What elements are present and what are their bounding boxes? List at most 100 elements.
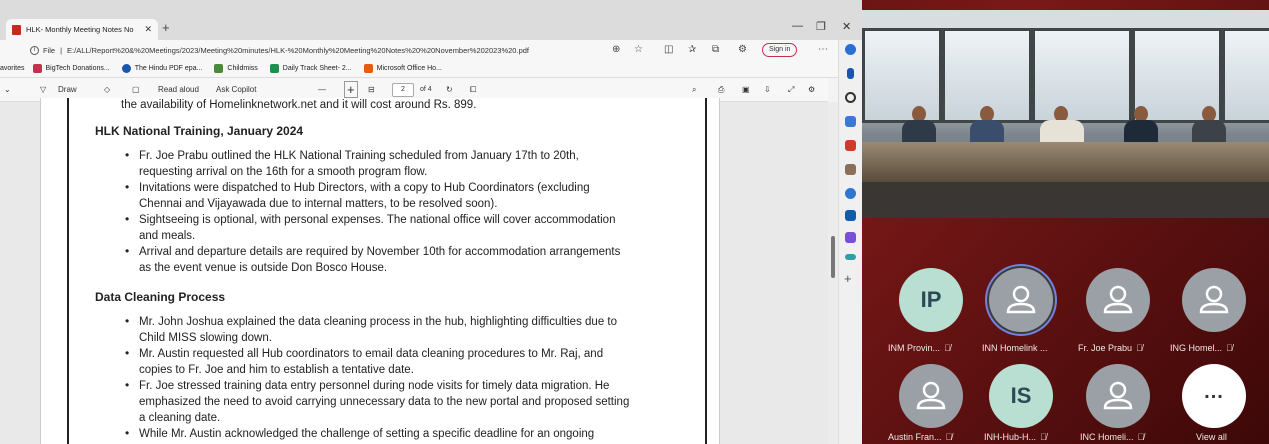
zoom-out-icon[interactable]: — — [318, 85, 326, 94]
bookmark-icon — [269, 64, 279, 73]
copilot-icon[interactable] — [845, 44, 856, 55]
scrollbar[interactable] — [828, 102, 838, 444]
rotate-icon[interactable]: ↻ — [446, 85, 453, 94]
extensions-icon[interactable]: ⚙ — [738, 44, 747, 55]
fit-page-icon[interactable]: ⊟ — [368, 85, 375, 94]
name-text: Fr. Joe Prabu — [1078, 343, 1133, 353]
view-all-button[interactable]: ... — [1182, 364, 1246, 428]
participant-name: INC Homeli... 🎙̸ — [1080, 432, 1144, 442]
participant-avatar[interactable] — [1086, 268, 1150, 332]
doc-line: a cleaning date. — [139, 412, 221, 424]
url-field[interactable]: i File | E:/ALL/Report%20&%20Meetings/20… — [30, 42, 650, 58]
edge-sidebar: + — [838, 40, 862, 444]
signin-button[interactable]: Sign in — [762, 43, 798, 57]
info-icon[interactable]: i — [30, 45, 39, 55]
view-icon[interactable]: ▢ — [132, 85, 140, 94]
doc-line: Invitations were dispatched to Hub Direc… — [139, 182, 590, 194]
bell-icon[interactable] — [847, 68, 854, 79]
read-aloud-button[interactable]: Read aloud — [158, 85, 199, 94]
participant-avatar[interactable]: IP — [899, 268, 963, 332]
mic-off-icon: 🎙̸ — [1040, 432, 1047, 442]
name-text: Austin Fran... — [888, 432, 942, 442]
search-icon[interactable]: ⌕ — [692, 85, 696, 95]
favorites-icon[interactable]: ✰ — [688, 44, 696, 55]
search-icon[interactable] — [845, 92, 856, 103]
fav-item[interactable]: Childmiss — [214, 64, 258, 73]
tab-pdf[interactable]: HLK- Monthly Meeting Notes No ✕ — [6, 19, 158, 40]
bookmark-icon — [32, 64, 42, 73]
close-window-icon[interactable]: ✕ — [842, 20, 851, 33]
fav-label: The Hindu PDF epa... — [134, 65, 203, 72]
participant-avatar[interactable] — [989, 268, 1053, 332]
outlook-icon[interactable] — [845, 210, 856, 221]
page-number-input[interactable]: 2 — [392, 83, 414, 97]
save-as-icon[interactable]: ⇩ — [764, 85, 771, 94]
participant-avatar[interactable] — [1086, 364, 1150, 428]
participant-avatar[interactable] — [1182, 268, 1246, 332]
save-icon[interactable]: ▣ — [742, 85, 750, 94]
circle-app-icon[interactable] — [845, 188, 856, 199]
view-all-label[interactable]: View all — [1196, 432, 1227, 442]
name-text: INM Provin... — [888, 343, 941, 353]
add-icon[interactable]: + — [844, 272, 855, 285]
ask-copilot-button[interactable]: Ask Copilot — [216, 85, 256, 94]
participant-avatar[interactable] — [899, 364, 963, 428]
fav-item[interactable]: Daily Track Sheet- 2... — [269, 64, 352, 73]
browser-window: HLK- Monthly Meeting Notes No ✕ + — ❐ ✕ … — [0, 0, 862, 444]
settings-icon[interactable]: ⚙ — [808, 85, 815, 94]
meeting-room-video[interactable] — [862, 10, 1269, 218]
new-tab-button[interactable]: + — [162, 20, 170, 35]
drop-icon[interactable] — [845, 254, 856, 260]
favorites-label: avorites — [0, 65, 25, 72]
fullscreen-icon[interactable]: ⤢ — [788, 85, 794, 95]
avatar-initials: IP — [920, 287, 942, 312]
doc-line: Fr. Joe Prabu outlined the HLK National … — [139, 150, 579, 162]
doc-line: copies to Fr. Joe and him to establish a… — [139, 364, 414, 376]
participant-avatar[interactable]: IS — [989, 364, 1053, 428]
participant-video — [902, 106, 936, 146]
bullet: • — [125, 244, 130, 258]
tab-bar: HLK- Monthly Meeting Notes No ✕ + — ❐ ✕ — [0, 0, 862, 40]
chevron-down-icon[interactable]: ⌄ — [4, 85, 11, 94]
pdf-icon — [12, 24, 21, 35]
collections-icon[interactable]: ⧉ — [712, 44, 719, 55]
erase-icon[interactable]: ◇ — [104, 85, 110, 94]
fav-item[interactable]: Microsoft Office Ho... — [363, 64, 442, 73]
mic-off-icon: 🎙̸ — [1226, 343, 1233, 353]
draw-button[interactable]: Draw — [58, 85, 77, 94]
zoom-in-icon[interactable]: + — [344, 81, 358, 98]
people-icon[interactable] — [845, 164, 856, 175]
doc-line: the availability of Homelinknetwork.net … — [121, 99, 477, 111]
close-tab-icon[interactable]: ✕ — [144, 24, 152, 35]
more-icon[interactable]: ⋯ — [818, 44, 828, 55]
person-icon — [1103, 381, 1133, 410]
draw-icon[interactable]: ▽ — [40, 85, 46, 94]
page-total: of 4 — [420, 86, 432, 93]
doc-line: Mr. Austin requested all Hub coordinator… — [139, 348, 604, 360]
bullet: • — [125, 180, 130, 194]
minimize-icon[interactable]: — — [792, 20, 803, 32]
zoom-icon[interactable]: ⊕ — [612, 44, 620, 55]
fav-item[interactable]: BigTech Donations... — [32, 64, 110, 73]
person-icon — [1199, 285, 1229, 314]
tab-title: HLK- Monthly Meeting Notes No — [26, 25, 134, 34]
designer-icon[interactable] — [845, 232, 856, 243]
participant-name: INH-Hub-H... 🎙̸ — [984, 432, 1047, 442]
print-icon[interactable]: ⎙ — [718, 85, 724, 95]
participant-name: Austin Fran... 🎙̸ — [888, 432, 952, 442]
split-screen-icon[interactable]: ◫ — [664, 44, 673, 55]
scrollbar-thumb[interactable] — [831, 236, 835, 278]
participant-name: INM Provin... 🎙̸ — [888, 343, 951, 353]
favorite-star-icon[interactable]: ☆ — [634, 44, 643, 55]
conference-table — [862, 142, 1269, 182]
tag-icon[interactable] — [845, 116, 856, 127]
page-view-icon[interactable]: ⧠ — [470, 85, 476, 95]
floor — [862, 182, 1269, 218]
name-text: INN Homelink ... — [982, 343, 1048, 353]
page-content: the availability of Homelinknetwork.net … — [67, 98, 707, 444]
url-text: E:/ALL/Report%20&%20Meetings/2023/Meetin… — [67, 45, 529, 55]
toolbox-icon[interactable] — [845, 140, 856, 151]
address-bar: i File | E:/ALL/Report%20&%20Meetings/20… — [0, 40, 862, 60]
fav-item[interactable]: The Hindu PDF epa... — [121, 64, 203, 73]
restore-icon[interactable]: ❐ — [816, 20, 826, 33]
